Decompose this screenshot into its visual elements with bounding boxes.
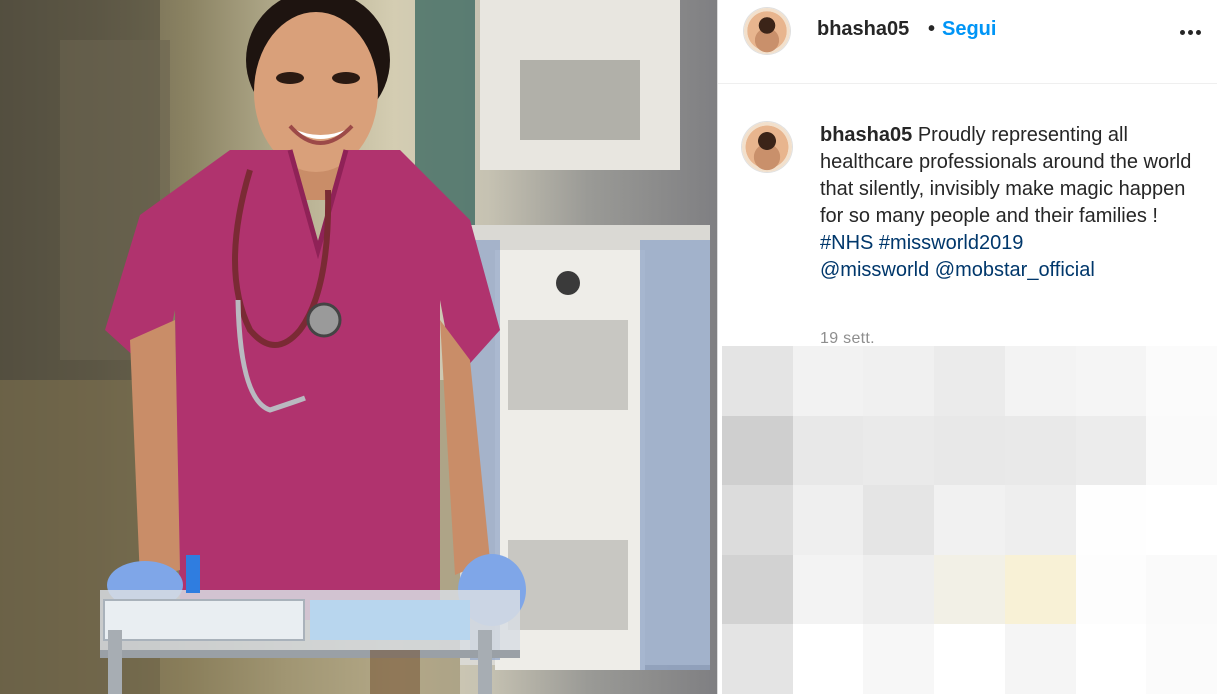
pixel-block xyxy=(792,415,864,486)
pixel-block xyxy=(1146,554,1217,625)
pixel-block xyxy=(934,346,1005,416)
post-image[interactable] xyxy=(0,0,717,694)
pixel-block xyxy=(1146,415,1217,486)
pixel-block xyxy=(1146,346,1217,416)
pixel-block xyxy=(863,485,935,555)
pixel-block xyxy=(1004,415,1076,486)
pixel-block xyxy=(1004,485,1076,555)
pixel-block xyxy=(863,554,935,625)
nurse-photo xyxy=(0,0,710,694)
pixel-block xyxy=(792,554,864,625)
pixel-block xyxy=(722,485,793,555)
pixel-block xyxy=(1075,624,1147,694)
pixel-block xyxy=(1004,624,1076,694)
pixel-block xyxy=(934,415,1005,486)
pixel-block xyxy=(1004,554,1076,625)
avatar[interactable] xyxy=(744,8,790,54)
pixel-block xyxy=(1075,346,1147,416)
pixel-block xyxy=(1075,415,1147,486)
pixel-block xyxy=(1146,624,1217,694)
hashtag-missworld2019[interactable]: #missworld2019 xyxy=(879,232,1024,254)
pixel-block xyxy=(934,554,1005,625)
pixelated-comments xyxy=(722,346,1217,694)
caption-username[interactable]: bhasha05 xyxy=(820,124,912,146)
panel-divider xyxy=(717,0,718,694)
pixel-block xyxy=(792,485,864,555)
pixel-block xyxy=(863,346,935,416)
pixel-block xyxy=(863,415,935,486)
caption-avatar[interactable] xyxy=(742,122,792,172)
post-header: bhasha05 • Segui xyxy=(718,0,1217,84)
mention-missworld[interactable]: @missworld xyxy=(820,259,929,281)
pixel-block xyxy=(1004,346,1076,416)
follow-button[interactable]: Segui xyxy=(942,18,996,41)
pixel-block xyxy=(934,624,1005,694)
pixel-block xyxy=(1075,554,1147,625)
pixel-block xyxy=(1075,485,1147,555)
pixel-block xyxy=(722,554,793,625)
header-username[interactable]: bhasha05 xyxy=(817,18,909,41)
pixel-block xyxy=(1146,485,1217,555)
post-caption: bhasha05 Proudly representing all health… xyxy=(820,122,1205,284)
pixel-block xyxy=(934,485,1005,555)
pixel-block xyxy=(792,624,864,694)
hashtag-nhs[interactable]: #NHS xyxy=(820,232,873,254)
separator-dot: • xyxy=(928,18,936,40)
pixel-block xyxy=(722,346,793,416)
pixel-block xyxy=(863,624,935,694)
pixel-block xyxy=(792,346,864,416)
pixel-block xyxy=(722,415,793,486)
ellipsis-icon[interactable] xyxy=(1176,18,1204,46)
mention-mobstar-official[interactable]: @mobstar_official xyxy=(935,259,1095,281)
pixel-block xyxy=(722,624,793,694)
